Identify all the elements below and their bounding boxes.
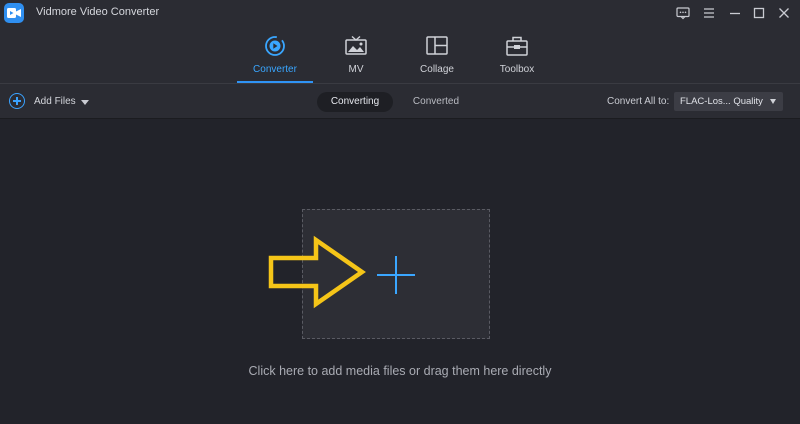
tab-collage-label: Collage [420,64,454,75]
tab-converted[interactable]: Converted [401,92,471,112]
add-files-label: Add Files [34,96,76,107]
mode-tab-bar: Converter MV Collage Toolbox [0,26,800,83]
add-media-dropzone[interactable] [302,209,490,339]
minimize-icon[interactable] [727,5,743,21]
mv-icon [344,35,368,57]
converter-icon [263,35,287,57]
menu-icon[interactable] [701,5,717,21]
toolbar: Add Files Converting Converted Convert A… [0,83,800,119]
toolbox-icon [505,35,529,57]
tab-toolbox-label: Toolbox [499,64,535,75]
dropzone-hint: Click here to add media files or drag th… [248,364,552,378]
chevron-down-icon[interactable] [81,100,89,105]
tab-mv[interactable]: MV [318,26,394,83]
app-logo-icon [4,3,24,23]
tab-converter[interactable]: Converter [237,26,313,83]
close-icon[interactable] [776,5,792,21]
tab-mv-label: MV [348,64,364,75]
output-format-select[interactable]: FLAC-Los... Quality [674,92,783,111]
collage-icon [425,35,449,57]
convert-all-label: Convert All to: [607,96,670,107]
tab-converter-label: Converter [253,64,297,75]
tab-toolbox[interactable]: Toolbox [479,26,555,83]
chevron-down-icon [770,99,776,104]
feedback-icon[interactable] [675,5,691,21]
output-format-value: FLAC-Los... Quality [680,96,763,107]
title-bar: Vidmore Video Converter [0,0,800,26]
tab-converting[interactable]: Converting [317,92,393,112]
add-circle-icon [9,93,25,109]
maximize-icon[interactable] [751,5,767,21]
tab-collage[interactable]: Collage [399,26,475,83]
app-title: Vidmore Video Converter [36,6,160,18]
plus-icon[interactable] [377,256,415,294]
